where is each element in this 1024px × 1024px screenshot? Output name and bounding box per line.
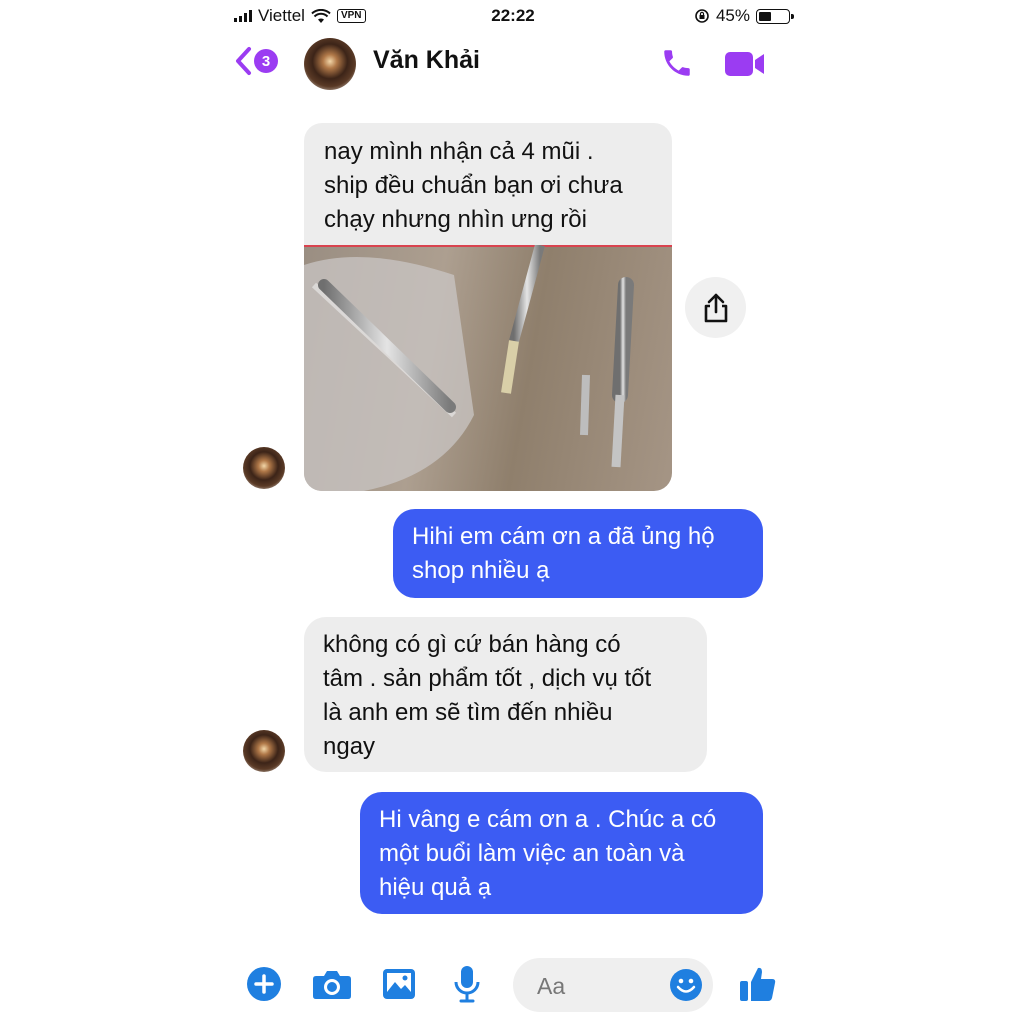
back-button[interactable]: 3 [234, 46, 278, 76]
message-line: shop nhiều ạ [412, 557, 550, 584]
message-line: tâm . sản phẩm tốt , dịch vụ tốt [323, 665, 652, 692]
contact-name[interactable]: Văn Khải [373, 46, 480, 75]
incoming-message[interactable]: nay mình nhận cả 4 mũi . ship đều chuẩn … [304, 123, 672, 245]
microphone-icon[interactable] [452, 964, 482, 1004]
image-icon[interactable] [381, 966, 417, 1002]
message-line: ngay [323, 733, 376, 760]
outgoing-message[interactable]: Hihi em cám ơn a đã ủng hộ shop nhiều ạ [393, 509, 763, 598]
camera-icon[interactable] [312, 968, 352, 1000]
battery-percent: 45% [715, 6, 750, 25]
emoji-icon[interactable] [669, 968, 703, 1002]
message-line: Hihi em cám ơn a đã ủng hộ [412, 523, 715, 550]
router-bits-photo [304, 245, 672, 491]
message-line: là anh em sẽ tìm đến nhiều [323, 699, 613, 726]
message-line: một buổi làm việc an toàn và [379, 840, 685, 867]
message-line: không có gì cứ bán hàng có [323, 631, 621, 658]
back-chevron-icon [236, 47, 251, 75]
messenger-screen: Viettel VPN 22:22 45% 3 Văn Khải nay mìn… [226, 0, 800, 1024]
contact-avatar[interactable] [304, 38, 356, 90]
message-input[interactable] [535, 958, 669, 1014]
outgoing-message[interactable]: Hi vâng e cám ơn a . Chúc a có một buổi … [360, 792, 763, 914]
share-button[interactable] [685, 277, 746, 338]
phone-icon[interactable] [660, 46, 694, 80]
message-composer[interactable] [513, 958, 713, 1014]
message-line: Hi vâng e cám ơn a . Chúc a có [379, 806, 717, 833]
composer-bar [226, 944, 800, 1024]
plus-icon[interactable] [246, 966, 282, 1002]
attached-photo[interactable] [304, 245, 672, 491]
contact-avatar-small[interactable] [243, 447, 285, 489]
video-icon[interactable] [724, 50, 766, 78]
message-line: nay mình nhận cả 4 mũi . [324, 138, 594, 165]
status-bar: Viettel VPN 22:22 45% [226, 0, 800, 32]
contact-avatar-small[interactable] [243, 730, 285, 772]
conversation-header: 3 Văn Khải [226, 32, 800, 96]
battery-icon [756, 8, 794, 24]
unread-badge: 3 [254, 49, 278, 73]
thumbs-up-icon[interactable] [738, 964, 778, 1004]
incoming-message[interactable]: không có gì cứ bán hàng có tâm . sản phẩ… [304, 617, 707, 772]
share-icon [704, 293, 727, 322]
lock-rotation-icon [695, 9, 709, 23]
message-line: chạy nhưng nhìn ưng rồi [324, 206, 587, 233]
message-line: hiệu quả ạ [379, 874, 492, 901]
message-line: ship đều chuẩn bạn ơi chưa [324, 172, 623, 199]
